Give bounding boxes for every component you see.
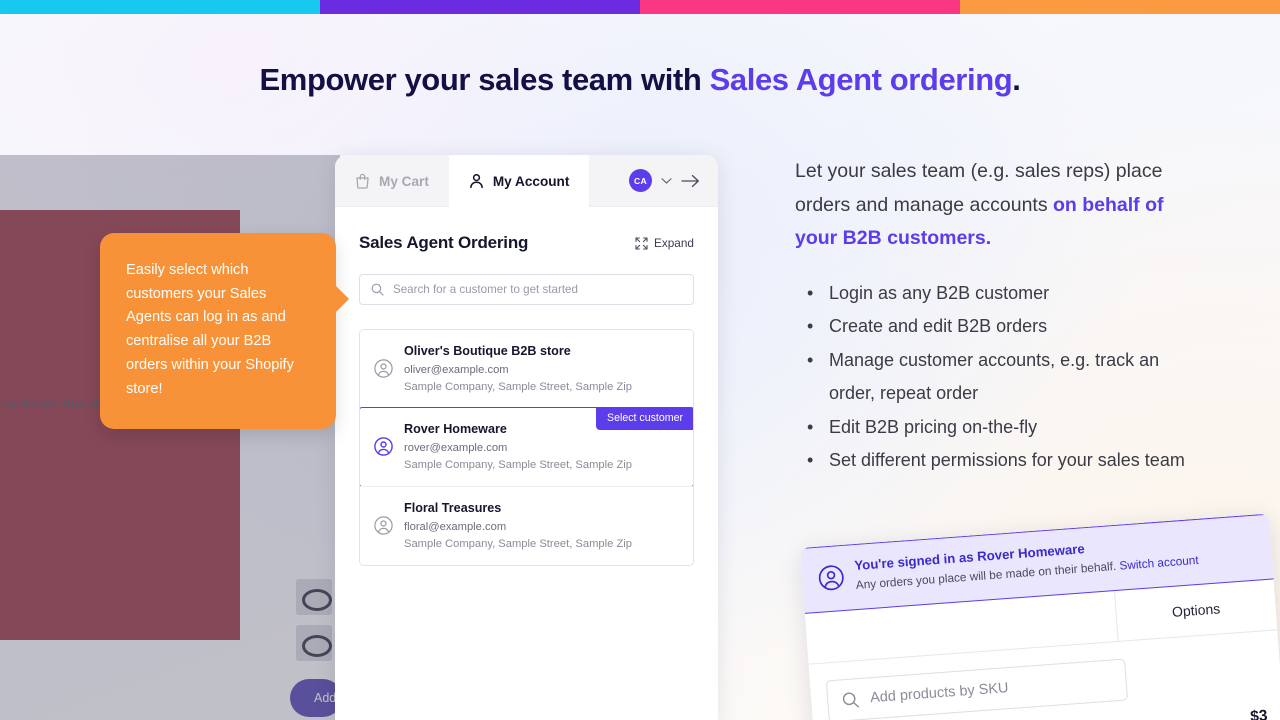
tab-my-account-label: My Account: [492, 173, 570, 189]
customer-email: oliver@example.com: [404, 364, 509, 376]
feature-bullet-list: Login as any B2B customer Create and edi…: [795, 277, 1195, 478]
switch-account-link[interactable]: Switch account: [1119, 553, 1199, 573]
page-title-period: .: [1012, 62, 1021, 97]
customer-list-item[interactable]: Floral Treasures floral@example.com Samp…: [360, 486, 693, 565]
customer-list: Oliver's Boutique B2B store oliver@examp…: [359, 329, 694, 566]
customer-email: rover@example.com: [404, 442, 508, 454]
panel-title: Sales Agent Ordering: [359, 233, 529, 252]
list-item: Create and edit B2B orders: [795, 310, 1195, 344]
feature-description: Let your sales team (e.g. sales reps) pl…: [795, 155, 1195, 478]
product-breadcrumb-label: Handmade Bracelet: [0, 397, 109, 411]
product-thumbnail[interactable]: [296, 625, 332, 661]
page-title: Empower your sales team with Sales Agent…: [0, 62, 1280, 98]
topbar-segment-orange: [960, 0, 1280, 14]
chevron-down-icon[interactable]: [661, 177, 672, 185]
add-to-cart-button[interactable]: Add to cart: [290, 679, 340, 717]
callout-tooltip: Easily select which customers your Sales…: [100, 233, 349, 429]
tab-strip-spacer: [589, 155, 615, 206]
user-circle-icon: [374, 421, 393, 471]
customer-details: Floral Treasures floral@example.com Samp…: [404, 500, 632, 550]
tab-my-cart-label: My Cart: [379, 173, 429, 189]
avatar[interactable]: CA: [629, 169, 652, 192]
list-item: Login as any B2B customer: [795, 277, 1195, 311]
tab-my-account[interactable]: My Account: [448, 155, 590, 207]
customer-address: Sample Company, Sample Street, Sample Zi…: [404, 459, 632, 471]
user-circle-icon: [817, 559, 846, 597]
order-product-price: $3: [1249, 707, 1269, 720]
feature-lead-paragraph: Let your sales team (e.g. sales reps) pl…: [795, 155, 1195, 256]
callout-text: Easily select which customers your Sales…: [126, 262, 294, 397]
account-switcher[interactable]: CA: [615, 155, 718, 206]
search-placeholder: Search for a customer to get started: [393, 283, 578, 296]
user-circle-icon: [374, 343, 393, 393]
sku-search-placeholder: Add products by SKU: [869, 680, 1010, 707]
signed-in-as-card: You're signed in as Rover Homeware Any o…: [800, 513, 1280, 720]
person-icon: [469, 173, 484, 189]
search-input[interactable]: Search for a customer to get started: [359, 274, 694, 305]
expand-button[interactable]: Expand: [635, 236, 694, 250]
customer-email: floral@example.com: [404, 521, 507, 533]
impersonation-banner-text: You're signed in as Rover Homeware Any o…: [854, 533, 1199, 594]
arrow-right-icon[interactable]: [681, 174, 700, 188]
topbar-segment-pink: [640, 0, 960, 14]
select-customer-badge[interactable]: Select customer: [596, 407, 693, 430]
bag-icon: [355, 173, 370, 189]
user-circle-icon: [374, 500, 393, 550]
topbar-segment-cyan: [0, 0, 320, 14]
expand-icon: [635, 236, 648, 250]
tab-strip: My Cart My Account CA: [335, 155, 718, 207]
customer-list-item[interactable]: Oliver's Boutique B2B store oliver@examp…: [360, 330, 693, 408]
tab-my-cart[interactable]: My Cart: [335, 155, 449, 207]
sku-search-input[interactable]: Add products by SKU: [825, 658, 1129, 720]
app-window: My Cart My Account CA Sales Agent Orderi…: [335, 155, 718, 720]
customer-address: Sample Company, Sample Street, Sample Zi…: [404, 381, 632, 393]
customer-name: Oliver's Boutique B2B store: [404, 344, 571, 358]
product-thumbnail[interactable]: [296, 579, 332, 615]
topbar-segment-purple: [320, 0, 640, 14]
options-column-header: Options: [1114, 579, 1278, 641]
top-color-bar: [0, 0, 1280, 14]
customer-address: Sample Company, Sample Street, Sample Zi…: [404, 538, 632, 550]
expand-label: Expand: [653, 236, 694, 250]
page-title-accent: Sales Agent ordering: [709, 62, 1013, 97]
list-item: Edit B2B pricing on-the-fly: [795, 411, 1195, 445]
search-icon: [842, 691, 860, 709]
page-title-plain: Empower your sales team with: [259, 62, 710, 97]
customer-details: Oliver's Boutique B2B store oliver@examp…: [404, 343, 632, 393]
panel-header: Sales Agent Ordering Expand: [359, 233, 694, 253]
search-icon: [371, 283, 384, 296]
customer-list-item-selected[interactable]: Select customer Rover Homeware rover@exa…: [360, 407, 693, 487]
list-item: Manage customer accounts, e.g. track an …: [795, 344, 1195, 411]
product-thumbnail-list: [296, 579, 332, 671]
sales-agent-panel: Sales Agent Ordering Expand Search for a…: [335, 207, 718, 566]
list-item: Set different permissions for your sales…: [795, 444, 1195, 478]
customer-name: Floral Treasures: [404, 501, 502, 515]
